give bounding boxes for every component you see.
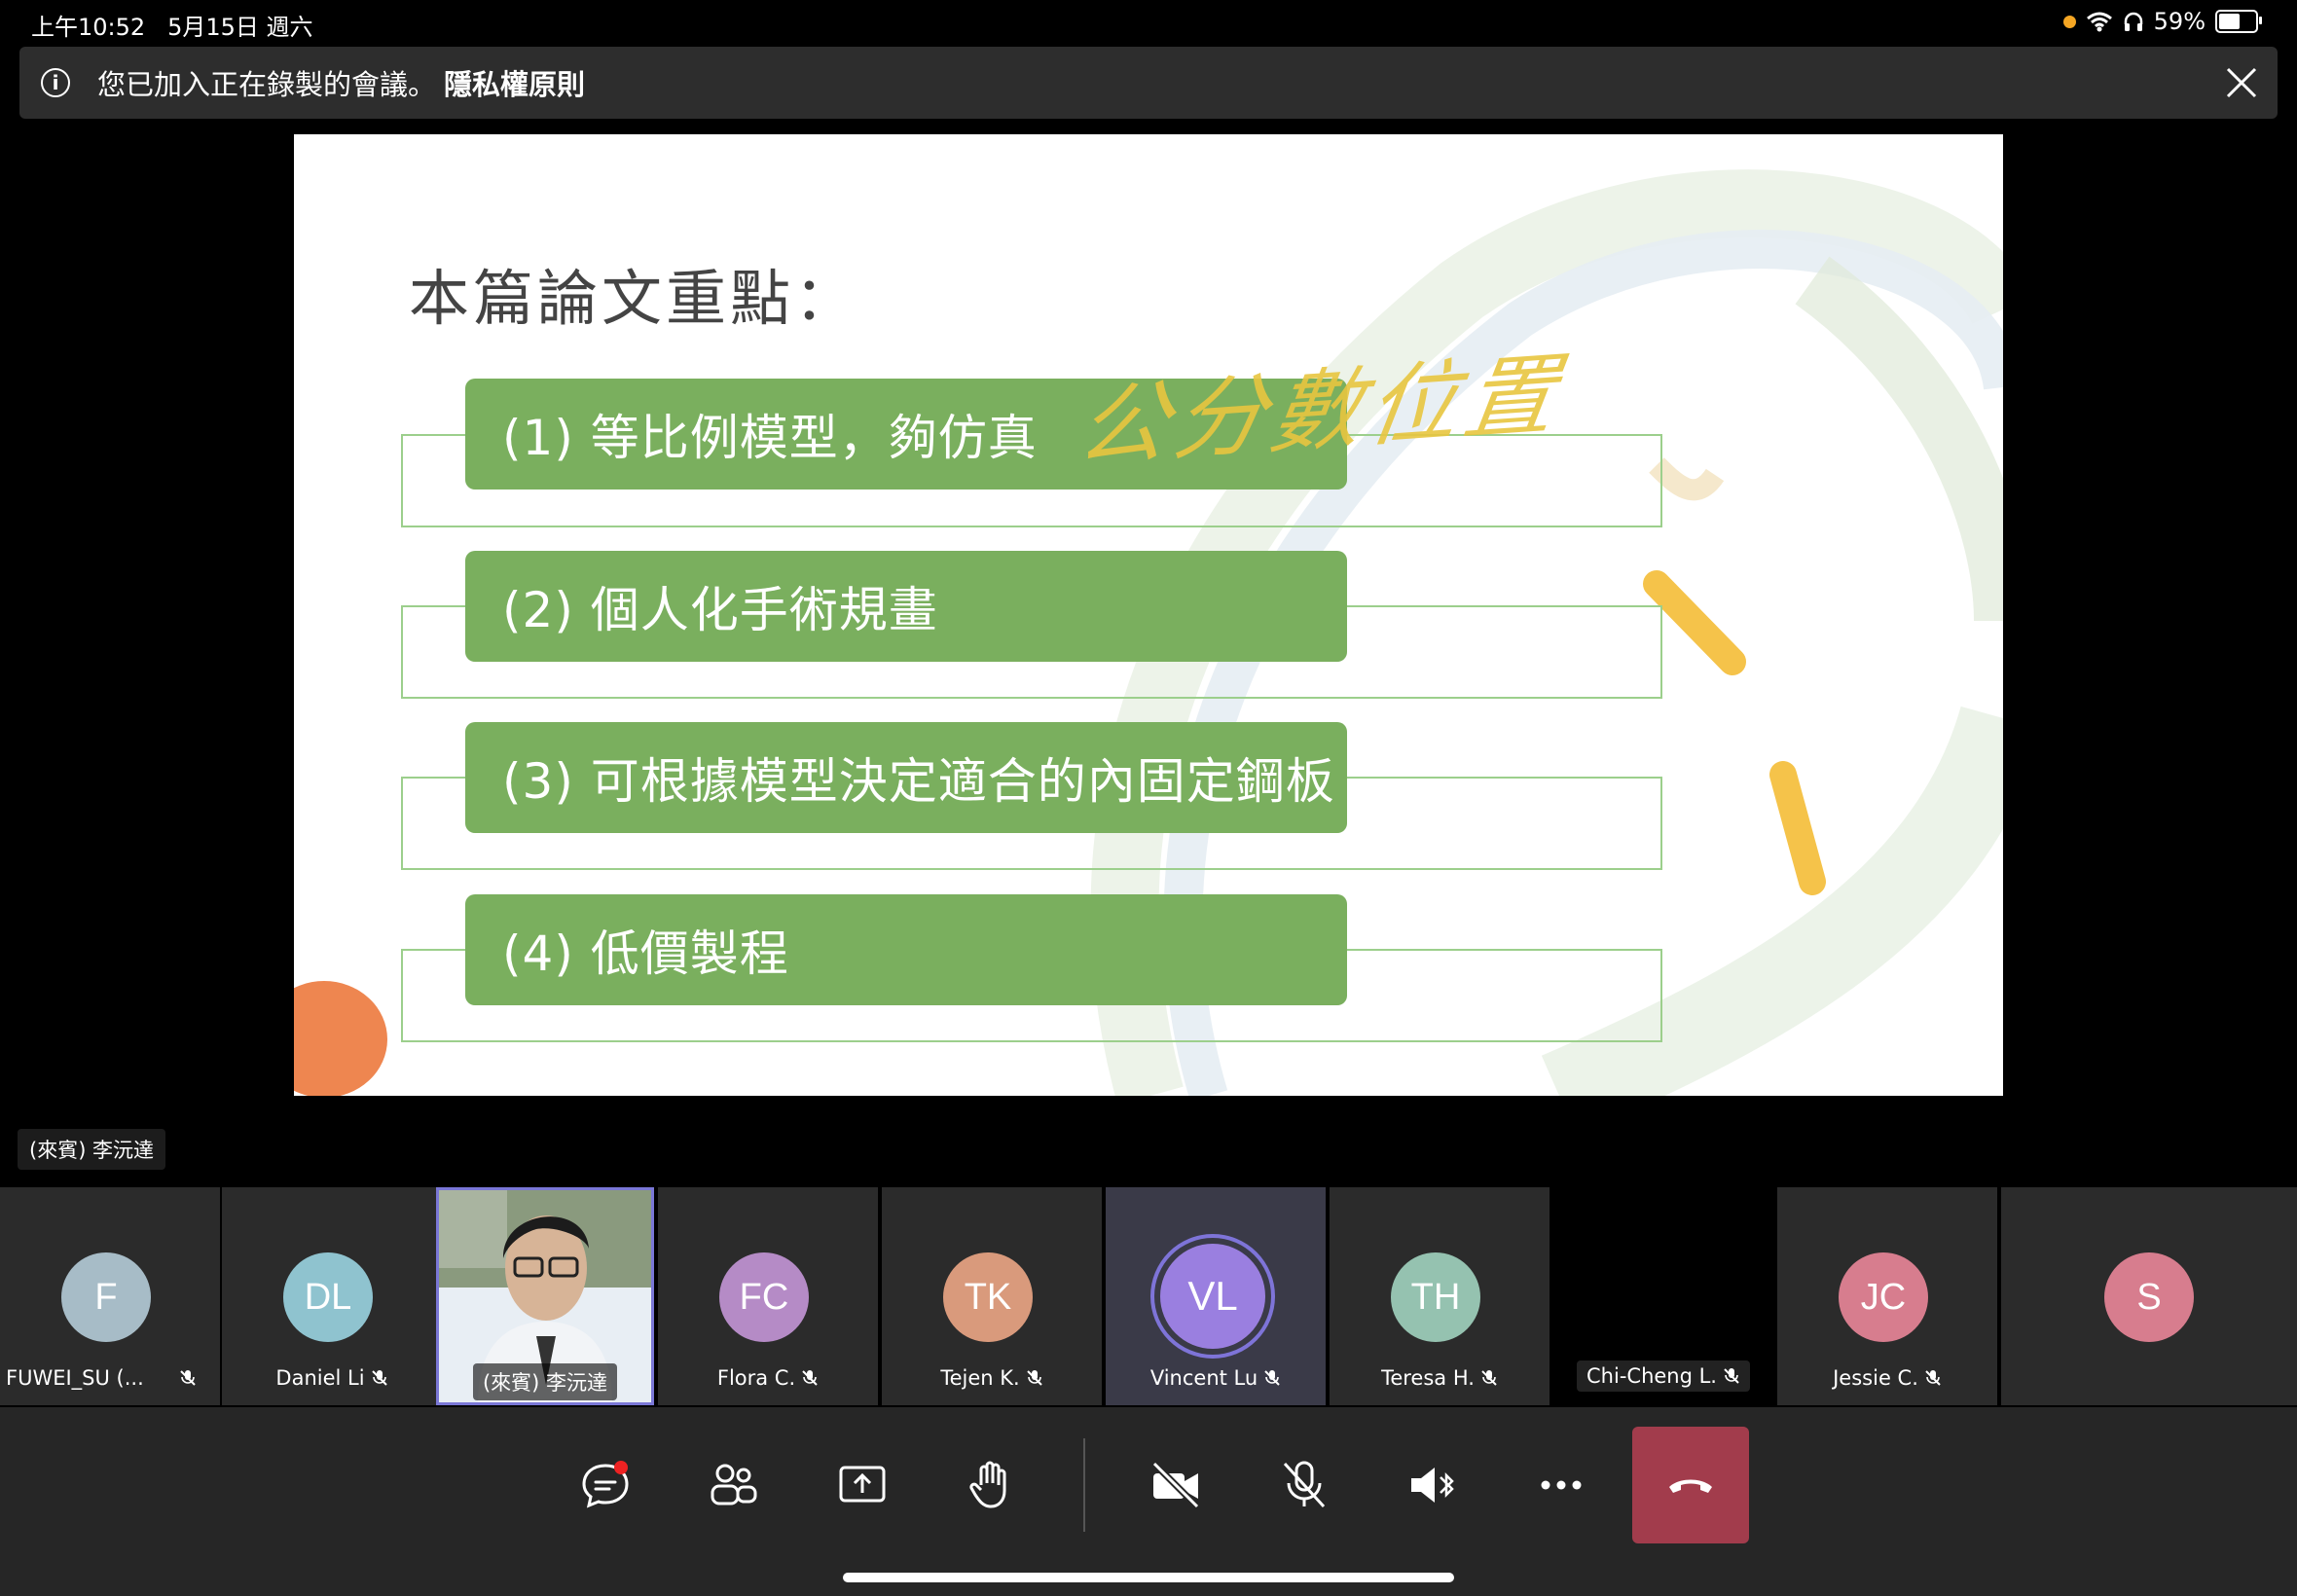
- slide-title: 本篇論文重點：: [409, 263, 859, 334]
- participant-name-row: Jessie C.: [1777, 1366, 1997, 1390]
- headphones-icon: [2124, 12, 2142, 31]
- status-bar: 上午10:52 5月15日 週六 59%: [0, 0, 2297, 45]
- chat-icon: [582, 1461, 629, 1508]
- speaker-bluetooth-icon: [1411, 1468, 1454, 1503]
- status-time-date: 上午10:52 5月15日 週六: [31, 8, 313, 42]
- participant-name: Flora C.: [716, 1366, 796, 1390]
- participant-tile[interactable]: TK Tejen K.: [882, 1187, 1102, 1405]
- camera-button[interactable]: [1117, 1427, 1234, 1543]
- mic-off-icon: [1283, 1461, 1326, 1508]
- participant-tile[interactable]: S: [2001, 1187, 2297, 1405]
- participant-video-tile[interactable]: (來賓) 李沅達: [436, 1187, 654, 1405]
- people-icon: [711, 1464, 757, 1505]
- mic-muted-icon: [1263, 1369, 1281, 1387]
- share-icon: [839, 1466, 886, 1503]
- participant-name-row: (來賓) 李沅達: [439, 1363, 651, 1400]
- participant-tile-speaking[interactable]: VL Vincent Lu: [1106, 1187, 1326, 1405]
- mic-muted-icon: [1723, 1367, 1740, 1385]
- slide-item-4: (4) 低價製程: [465, 894, 1347, 1005]
- slide-item-3: (3) 可根據模型決定適合的內固定鋼板: [465, 722, 1347, 833]
- participant-name-row: Tejen K.: [882, 1366, 1102, 1390]
- avatar: TH: [1391, 1252, 1480, 1342]
- speaker-button[interactable]: [1374, 1427, 1491, 1543]
- meeting-controls: [0, 1407, 2297, 1596]
- participants-button[interactable]: [675, 1427, 792, 1543]
- participant-name-badge: Chi-Cheng L.: [1577, 1360, 1750, 1392]
- info-icon: i: [41, 68, 70, 97]
- raise-hand-button[interactable]: [932, 1427, 1049, 1543]
- status-indicators: 59%: [2062, 8, 2262, 35]
- controls-divider: [1083, 1438, 1085, 1532]
- hangup-icon: [1669, 1479, 1712, 1493]
- more-icon: [1541, 1480, 1582, 1490]
- mic-in-use-dot-icon: [2062, 15, 2076, 28]
- shared-slide: 本篇論文重點： (1) 等比例模型，夠仿真 (2) 個人化手術規畫 (3) 可根…: [294, 134, 2003, 1096]
- participant-name: Vincent Lu: [1149, 1366, 1258, 1390]
- participant-name: Chi-Cheng L.: [1586, 1364, 1717, 1388]
- participant-tile[interactable]: JC Jessie C.: [1777, 1187, 1997, 1405]
- participants-strip: F FUWEI_SU (... DL Daniel Li (來賓) 李沅達 FC…: [0, 1185, 2297, 1407]
- participant-name-row: Chi-Cheng L.: [1553, 1360, 1773, 1392]
- participant-name: Tejen K.: [940, 1366, 1020, 1390]
- participant-name: (來賓) 李沅達: [472, 1363, 618, 1400]
- more-button[interactable]: [1503, 1427, 1620, 1543]
- home-indicator[interactable]: [843, 1573, 1454, 1582]
- status-date: 5月15日 週六: [167, 14, 313, 41]
- participant-name-row: Flora C.: [658, 1366, 878, 1390]
- avatar: S: [2104, 1252, 2194, 1342]
- camera-off-icon: [1151, 1461, 1200, 1509]
- avatar: DL: [283, 1252, 373, 1342]
- participant-name: Jessie C.: [1833, 1366, 1918, 1390]
- participant-tile[interactable]: TH Teresa H.: [1330, 1187, 1550, 1405]
- chat-button[interactable]: [547, 1427, 664, 1543]
- mic-muted-icon: [179, 1369, 197, 1387]
- participant-name-row: Daniel Li: [222, 1366, 442, 1390]
- participant-name: Teresa H.: [1381, 1366, 1475, 1390]
- status-time: 上午10:52: [31, 14, 146, 41]
- participant-tile[interactable]: DL Daniel Li: [222, 1187, 442, 1405]
- privacy-policy-link[interactable]: 隱私權原則: [444, 62, 585, 103]
- participant-tile[interactable]: F FUWEI_SU (...: [0, 1187, 220, 1405]
- handwritten-annotation: 公分數位置: [1071, 343, 1569, 480]
- active-speaker-label: (來賓) 李沅達: [18, 1129, 166, 1170]
- share-button[interactable]: [804, 1427, 921, 1543]
- slide-item-2: (2) 個人化手術規畫: [465, 551, 1347, 662]
- participant-name-row: Teresa H.: [1330, 1366, 1550, 1390]
- avatar: JC: [1839, 1252, 1928, 1342]
- participant-name-row: Vincent Lu: [1106, 1366, 1326, 1390]
- participant-name: FUWEI_SU (...: [6, 1366, 144, 1390]
- participant-tile[interactable]: FC Flora C.: [658, 1187, 878, 1405]
- recording-banner: i 您已加入正在錄製的會議。 隱私權原則: [19, 47, 2278, 119]
- battery-percent: 59%: [2153, 8, 2206, 35]
- mic-muted-icon: [801, 1369, 819, 1387]
- avatar: FC: [719, 1252, 809, 1342]
- wifi-icon: [2086, 12, 2112, 32]
- mic-muted-icon: [1924, 1369, 1942, 1387]
- hangup-button[interactable]: [1632, 1427, 1749, 1543]
- banner-message: 您已加入正在錄製的會議。: [97, 68, 437, 101]
- participant-name: Daniel Li: [275, 1366, 365, 1390]
- mic-muted-icon: [1480, 1369, 1498, 1387]
- avatar: TK: [943, 1252, 1033, 1342]
- close-icon[interactable]: [2223, 64, 2260, 101]
- battery-icon: [2215, 10, 2262, 33]
- mic-button[interactable]: [1246, 1427, 1363, 1543]
- mic-muted-icon: [371, 1369, 388, 1387]
- battery-fill: [2219, 14, 2241, 29]
- participant-name-row: FUWEI_SU (...: [6, 1366, 220, 1390]
- hand-icon: [969, 1461, 1006, 1508]
- avatar: F: [61, 1252, 151, 1342]
- participant-video-tile[interactable]: Chi-Cheng L.: [1553, 1187, 1773, 1405]
- avatar: VL: [1160, 1244, 1265, 1349]
- mic-muted-icon: [1026, 1369, 1043, 1387]
